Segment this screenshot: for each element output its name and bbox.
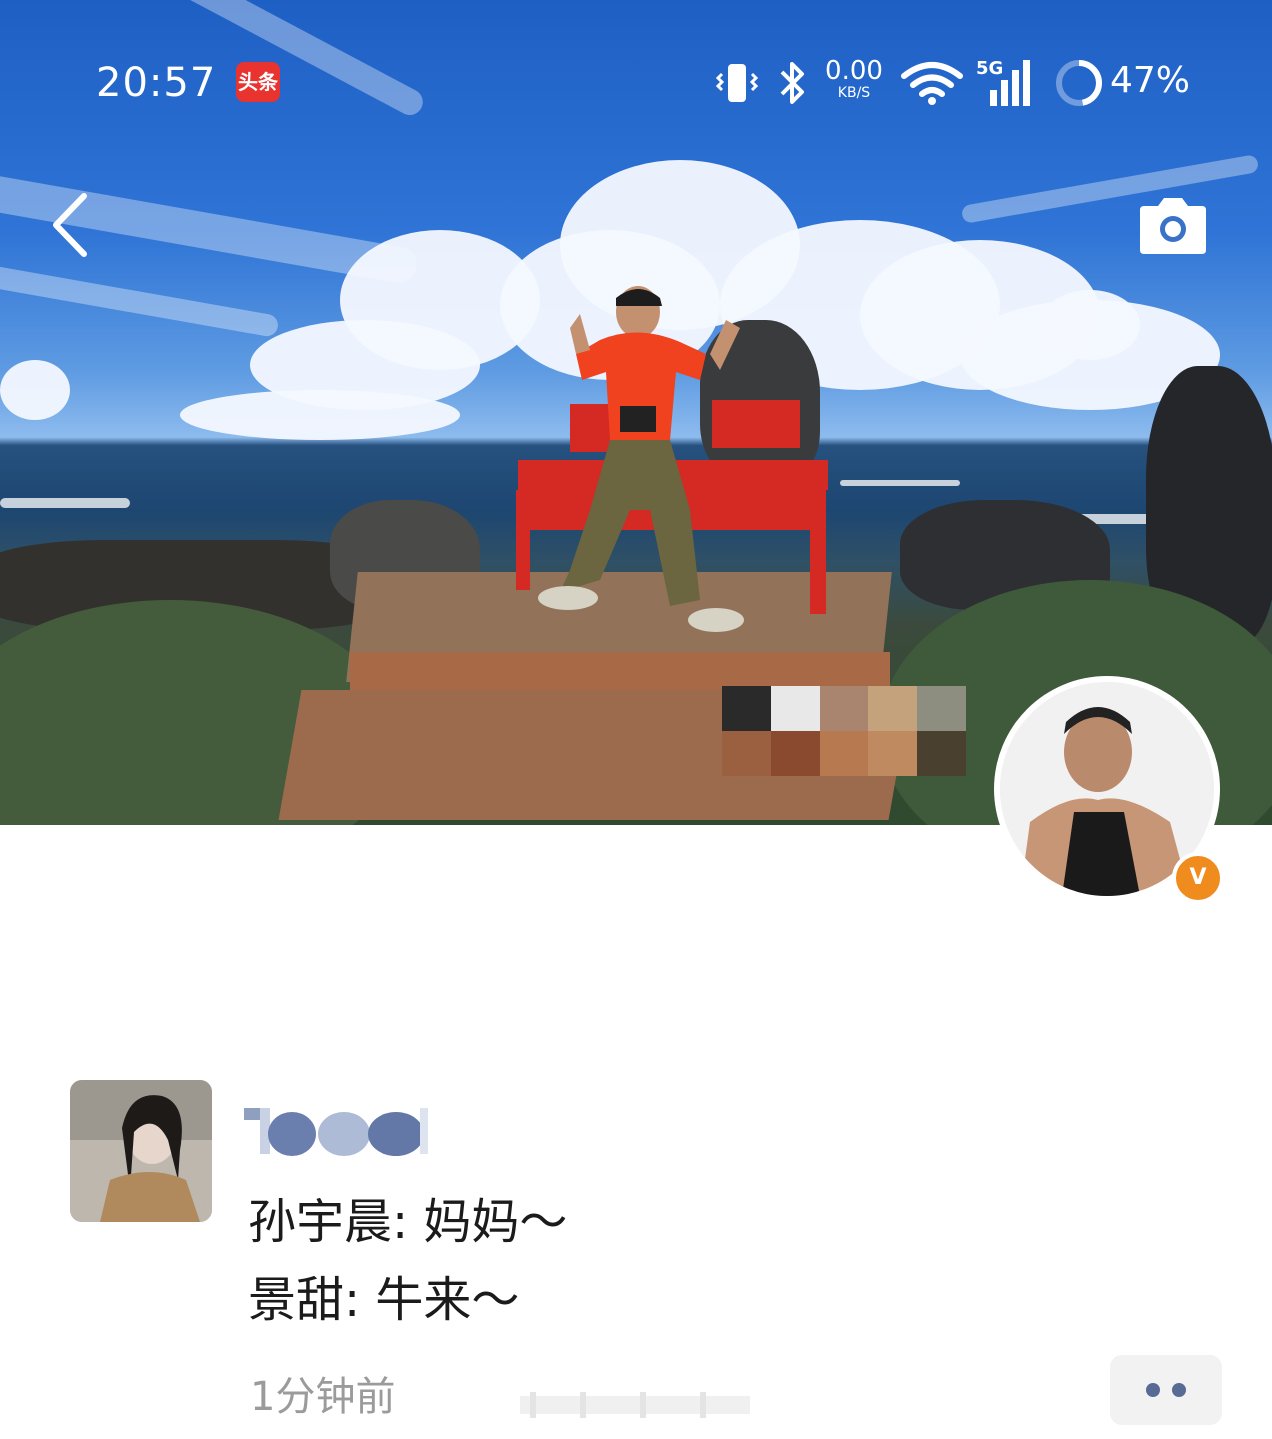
feed-post: 孙宇晨: 妈妈～ 景甜: 牛来～ 1分钟前 bbox=[0, 1070, 1272, 1439]
battery-percent: 47% bbox=[1110, 60, 1191, 101]
comment-line-1: 孙宇晨: 妈妈～ bbox=[248, 1194, 568, 1250]
blurred-text bbox=[520, 1392, 750, 1418]
person-figure bbox=[538, 286, 744, 632]
mosaic-cell bbox=[868, 731, 918, 776]
cloud bbox=[0, 360, 70, 420]
blurred-mosaic bbox=[722, 686, 966, 776]
camera-button[interactable] bbox=[1136, 194, 1210, 256]
back-button[interactable] bbox=[46, 190, 96, 260]
network-speed-value: 0.00 bbox=[825, 56, 883, 86]
cloud bbox=[180, 390, 460, 440]
toutiao-app-icon: 头条 bbox=[236, 62, 280, 102]
mosaic-cell bbox=[770, 731, 820, 776]
cloud-streak bbox=[0, 264, 280, 338]
sea-foam bbox=[840, 480, 960, 486]
more-dots-button[interactable] bbox=[1110, 1355, 1222, 1425]
mosaic-cell bbox=[868, 686, 918, 731]
red-bench-leg bbox=[516, 490, 530, 590]
mosaic-cell bbox=[917, 731, 966, 776]
poster-avatar[interactable] bbox=[70, 1080, 212, 1222]
mosaic-cell bbox=[770, 686, 820, 731]
cellular-signal-icon: 5G bbox=[976, 58, 1030, 106]
red-bench-leg bbox=[810, 470, 826, 614]
status-bar: 20:57 头条 0.00 KB/S 5G 47% bbox=[0, 48, 1272, 118]
mosaic-cell bbox=[917, 686, 966, 731]
sea-foam bbox=[0, 498, 130, 508]
post-timestamp: 1分钟前 bbox=[250, 1374, 396, 1420]
cloud-streak bbox=[960, 154, 1260, 224]
mosaic-cell bbox=[722, 686, 771, 731]
vibrate-icon bbox=[715, 64, 759, 102]
dot-icon bbox=[1172, 1383, 1186, 1397]
battery-ring-icon bbox=[1056, 60, 1102, 106]
cloud bbox=[1040, 290, 1140, 360]
network-type: 5G bbox=[976, 58, 1003, 79]
mosaic-cell bbox=[722, 731, 771, 776]
wifi-icon bbox=[901, 62, 963, 105]
dot-icon bbox=[1146, 1383, 1160, 1397]
mosaic-cell bbox=[819, 731, 869, 776]
comment-line-2: 景甜: 牛来～ bbox=[248, 1272, 520, 1328]
verified-badge: V bbox=[1172, 852, 1224, 904]
poster-name-redacted bbox=[244, 1108, 428, 1156]
status-time: 20:57 bbox=[96, 60, 217, 106]
network-speed-unit: KB/S bbox=[837, 85, 871, 101]
mosaic-cell bbox=[819, 686, 869, 731]
network-speed: 0.00 KB/S bbox=[822, 58, 886, 100]
poster-avatar-photo bbox=[70, 1080, 212, 1222]
bluetooth-icon bbox=[780, 62, 804, 104]
